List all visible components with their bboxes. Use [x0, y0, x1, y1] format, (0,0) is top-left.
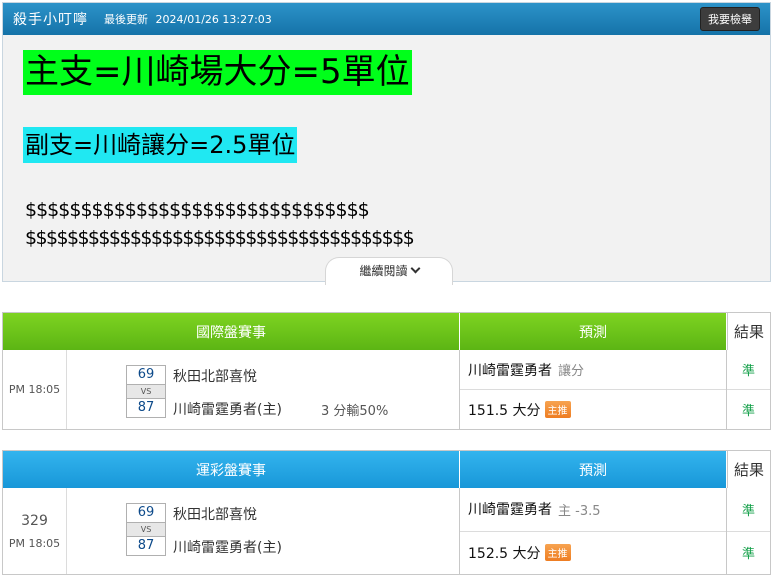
intl-prediction-spread: 川崎雷霆勇者 讓分	[460, 350, 726, 389]
dollar-line-2: $$$$$$$$$$$$$$$$$$$$$$$$$$$$$$$$$$$$$	[25, 227, 415, 249]
lottery-pred-2-main: 152.5 大分	[468, 545, 541, 562]
vs-label: VS	[126, 523, 166, 536]
lottery-home-team: 秋田北部喜悅	[173, 507, 257, 523]
intl-prediction-header: 預測	[460, 313, 727, 350]
intl-result-cell: 準 準	[727, 350, 770, 429]
lottery-prediction-header: 預測	[460, 451, 727, 488]
main-recommend-badge: 主推	[544, 401, 571, 418]
lottery-result-cell: 準 準	[727, 488, 770, 574]
intl-pred-1-sub: 讓分	[558, 364, 585, 379]
lottery-pred-1-sub: 主 -3.5	[558, 503, 601, 519]
notice-body: 主支=川崎場大分=5單位 副支=川崎讓分=2.5單位 $$$$$$$$$$$$$…	[3, 35, 770, 285]
lottery-teams-cell: 69 VS 87 秋田北部喜悅 川崎雷霆勇者(主)	[67, 488, 460, 574]
lottery-game-time: PM 18:05	[8, 536, 61, 550]
report-button[interactable]: 我要檢舉	[700, 7, 760, 31]
lottery-match-row: 329 PM 18:05 69 VS 87 秋田北部喜悅 川崎雷霆勇者(主) 川…	[3, 488, 770, 574]
lottery-scoreboard: 69 VS 87	[126, 503, 166, 556]
intl-time-cell: PM 18:05	[3, 350, 67, 429]
intl-prediction-cell: 川崎雷霆勇者 讓分 151.5 大分 主推	[460, 350, 727, 429]
intl-result-1: 準	[741, 364, 755, 379]
lottery-home-score: 69	[126, 503, 166, 523]
intl-scoreboard: 69 VS 87	[126, 365, 166, 418]
intl-away-score: 87	[126, 398, 166, 418]
lottery-table-header: 運彩盤賽事 預測 結果	[3, 451, 770, 488]
lottery-away-score: 87	[126, 536, 166, 556]
continue-reading-label: 繼續閱讀	[359, 264, 408, 278]
notice-card: 殺手小叮嚀 最後更新 2024/01/26 13:27:03 我要檢舉 主支=川…	[2, 2, 771, 285]
secondary-pick-highlight: 副支=川崎讓分=2.5單位	[23, 127, 298, 163]
intl-game-time: PM 18:05	[8, 383, 61, 396]
last-updated-label: 最後更新	[104, 13, 148, 26]
intl-home-team: 秋田北部喜悅	[173, 369, 257, 385]
lottery-prediction-spread: 川崎雷霆勇者 主 -3.5	[460, 488, 726, 531]
intl-event-header: 國際盤賽事	[3, 313, 460, 350]
chevron-down-icon	[410, 263, 420, 274]
last-updated: 最後更新 2024/01/26 13:27:03	[104, 11, 272, 27]
intl-result-2: 準	[727, 389, 770, 429]
lottery-result-header: 結果	[727, 451, 770, 488]
dollar-line-1: $$$$$$$$$$$$$$$$$$$$$$$$$$$$$$$	[25, 199, 370, 221]
intl-pred-1-main: 川崎雷霆勇者	[468, 362, 552, 379]
main-pick-highlight: 主支=川崎場大分=5單位	[23, 50, 412, 95]
notice-title: 殺手小叮嚀	[13, 12, 88, 28]
lottery-game-number: 329	[21, 512, 48, 529]
intl-result-note: 3 分輸50%	[321, 404, 389, 419]
intl-prediction-total: 151.5 大分 主推	[460, 389, 726, 429]
lottery-prediction-cell: 川崎雷霆勇者 主 -3.5 152.5 大分 主推	[460, 488, 727, 574]
lottery-away-team: 川崎雷霆勇者(主)	[173, 540, 282, 556]
lottery-match-table: 運彩盤賽事 預測 結果 329 PM 18:05 69 VS 87 秋田北部喜悅…	[2, 450, 771, 575]
intl-match-table: 國際盤賽事 預測 結果 PM 18:05 69 VS 87 秋田北部喜悅 川崎雷…	[2, 312, 771, 430]
lottery-result-2: 準	[727, 530, 770, 575]
vs-label: VS	[126, 385, 166, 398]
last-updated-time: 2024/01/26 13:27:03	[155, 13, 272, 26]
intl-match-row: PM 18:05 69 VS 87 秋田北部喜悅 川崎雷霆勇者(主) 3 分輸5…	[3, 350, 770, 429]
main-recommend-badge: 主推	[544, 544, 571, 562]
intl-away-team: 川崎雷霆勇者(主)	[173, 402, 282, 418]
notice-header: 殺手小叮嚀 最後更新 2024/01/26 13:27:03 我要檢舉	[3, 3, 770, 35]
intl-result-header: 結果	[727, 313, 770, 350]
intl-table-header: 國際盤賽事 預測 結果	[3, 313, 770, 350]
intl-pred-2-main: 151.5 大分	[468, 402, 541, 419]
lottery-result-1: 準	[741, 503, 755, 519]
lottery-pred-1-main: 川崎雷霆勇者	[468, 502, 552, 519]
lottery-event-header: 運彩盤賽事	[3, 451, 460, 488]
lottery-prediction-total: 152.5 大分 主推	[460, 530, 726, 575]
intl-home-score: 69	[126, 365, 166, 385]
intl-teams-cell: 69 VS 87 秋田北部喜悅 川崎雷霆勇者(主) 3 分輸50%	[67, 350, 460, 429]
continue-reading-button[interactable]: 繼續閱讀	[325, 257, 453, 285]
lottery-time-cell: 329 PM 18:05	[3, 488, 67, 574]
